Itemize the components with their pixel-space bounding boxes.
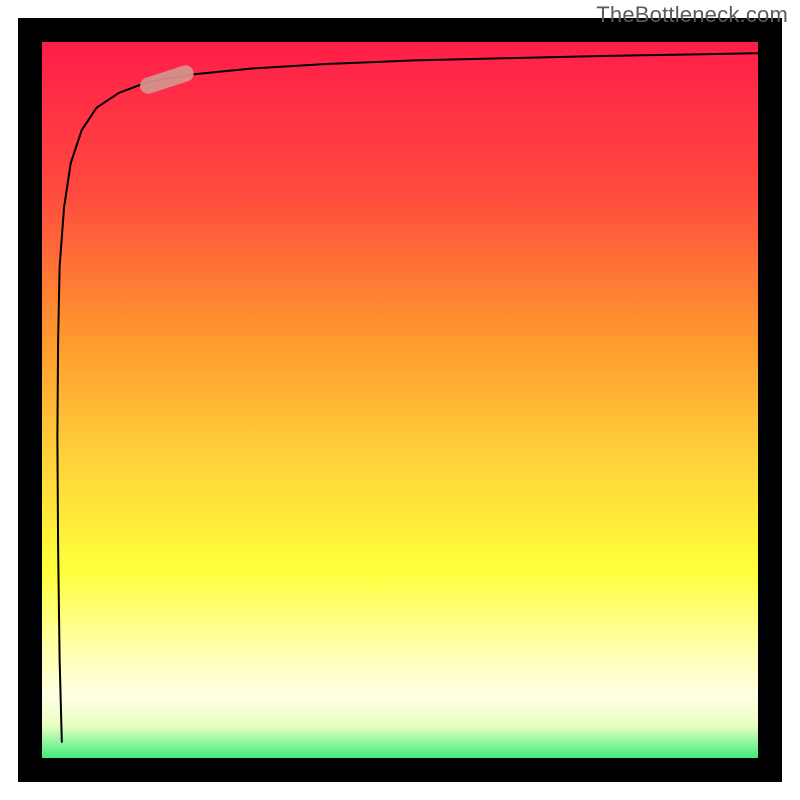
chart-svg xyxy=(0,0,800,800)
chart-container: TheBottleneck.com xyxy=(0,0,800,800)
plot-background xyxy=(30,30,770,770)
attribution-text: TheBottleneck.com xyxy=(596,2,788,28)
